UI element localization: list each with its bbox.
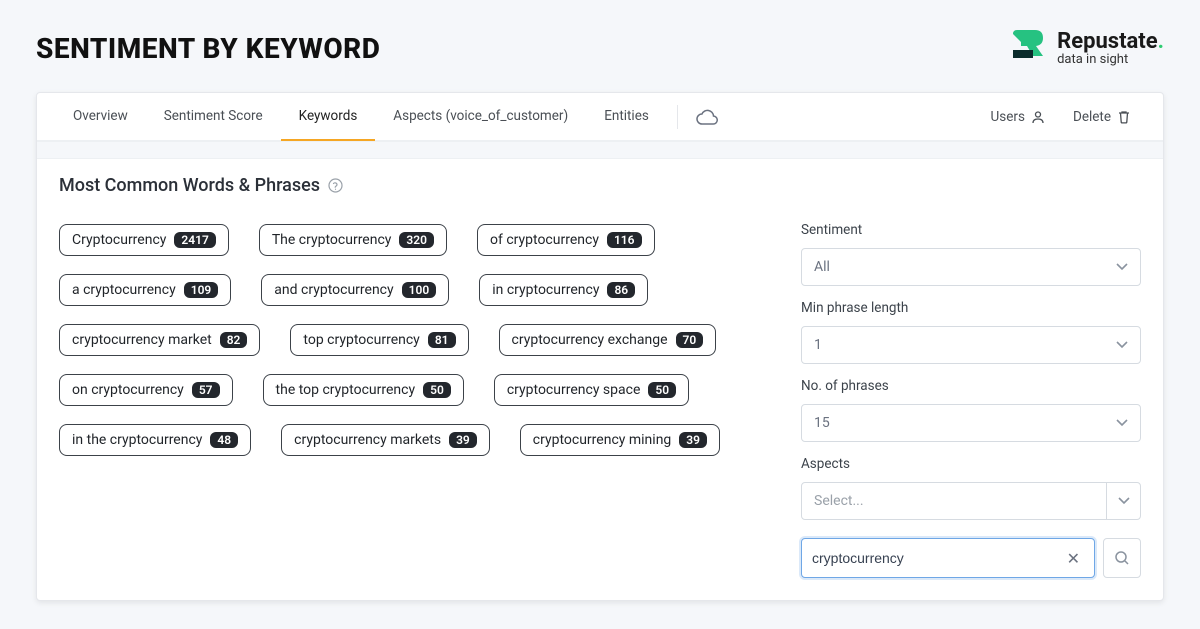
aspects-label: Aspects [801, 456, 1141, 472]
phrase-pill[interactable]: the top cryptocurrency50 [263, 374, 464, 406]
count-badge: 109 [184, 282, 219, 298]
section-title: Most Common Words & Phrases [59, 175, 320, 196]
clear-icon[interactable]: ✕ [1063, 545, 1084, 572]
phrase-pill[interactable]: cryptocurrency markets39 [281, 424, 490, 456]
search-button[interactable] [1103, 538, 1141, 578]
sentiment-select[interactable]: All [801, 248, 1141, 286]
search-icon [1114, 550, 1130, 566]
phrase-pill[interactable]: on cryptocurrency57 [59, 374, 233, 406]
phrase-pill[interactable]: in the cryptocurrency48 [59, 424, 251, 456]
count-badge: 320 [399, 232, 434, 248]
count-badge: 70 [676, 332, 704, 348]
phrase-pill[interactable]: of cryptocurrency116 [477, 224, 655, 256]
count-badge: 86 [607, 282, 635, 298]
main-card: Overview Sentiment Score Keywords Aspect… [36, 92, 1164, 601]
tab-keywords[interactable]: Keywords [281, 93, 376, 141]
chevron-down-icon [1116, 263, 1128, 271]
num-phrases-label: No. of phrases [801, 378, 1141, 394]
min-phrase-label: Min phrase length [801, 300, 1141, 316]
count-badge: 57 [192, 382, 220, 398]
num-phrases-select[interactable]: 15 [801, 404, 1141, 442]
count-badge: 50 [423, 382, 451, 398]
sentiment-label: Sentiment [801, 222, 1141, 238]
phrase-pill[interactable]: Cryptocurrency2417 [59, 224, 229, 256]
tab-overview[interactable]: Overview [55, 93, 146, 141]
min-phrase-select[interactable]: 1 [801, 326, 1141, 364]
tab-sentiment-score[interactable]: Sentiment Score [146, 93, 281, 141]
brand-r-icon [1007, 28, 1047, 68]
filters-panel: Sentiment All Min phrase length 1 No. of… [801, 218, 1141, 578]
search-box[interactable]: ✕ [801, 538, 1095, 578]
chevron-down-icon [1116, 341, 1128, 349]
phrase-pill[interactable]: cryptocurrency mining39 [520, 424, 720, 456]
phrase-pills: Cryptocurrency2417 The cryptocurrency320… [59, 218, 771, 578]
count-badge: 39 [679, 432, 707, 448]
tab-divider [677, 105, 678, 129]
count-badge: 39 [449, 432, 477, 448]
search-input[interactable] [812, 550, 1063, 566]
count-badge: 100 [402, 282, 437, 298]
phrase-pill[interactable]: The cryptocurrency320 [259, 224, 447, 256]
count-badge: 81 [428, 332, 456, 348]
chevron-down-icon[interactable] [1106, 483, 1140, 519]
help-icon[interactable] [328, 178, 343, 193]
tab-aspects[interactable]: Aspects (voice_of_customer) [375, 93, 586, 141]
phrase-pill[interactable]: cryptocurrency market82 [59, 324, 260, 356]
cloud-icon[interactable] [688, 109, 726, 125]
chevron-down-icon [1116, 419, 1128, 427]
tabs-row: Overview Sentiment Score Keywords Aspect… [37, 93, 1163, 141]
gap-strip [37, 141, 1163, 159]
count-badge: 2417 [174, 232, 215, 248]
phrase-pill[interactable]: and cryptocurrency100 [261, 274, 449, 306]
aspects-select[interactable]: Select... [801, 482, 1141, 520]
brand-logo: Repustate. data in sight [1007, 28, 1164, 68]
delete-action[interactable]: Delete [1059, 109, 1145, 125]
trash-icon [1117, 110, 1131, 124]
page-title: SENTIMENT BY KEYWORD [36, 32, 380, 65]
users-action[interactable]: Users [977, 109, 1059, 125]
phrase-pill[interactable]: cryptocurrency space50 [494, 374, 689, 406]
phrase-pill[interactable]: top cryptocurrency81 [290, 324, 468, 356]
count-badge: 50 [648, 382, 676, 398]
tab-entities[interactable]: Entities [586, 93, 667, 141]
phrase-pill[interactable]: a cryptocurrency109 [59, 274, 231, 306]
count-badge: 48 [210, 432, 238, 448]
user-icon [1031, 110, 1045, 124]
brand-tagline: data in sight [1057, 52, 1164, 67]
brand-name: Repustate. [1057, 29, 1164, 54]
phrase-pill[interactable]: cryptocurrency exchange70 [499, 324, 717, 356]
count-badge: 82 [220, 332, 248, 348]
count-badge: 116 [607, 232, 642, 248]
phrase-pill[interactable]: in cryptocurrency86 [479, 274, 648, 306]
